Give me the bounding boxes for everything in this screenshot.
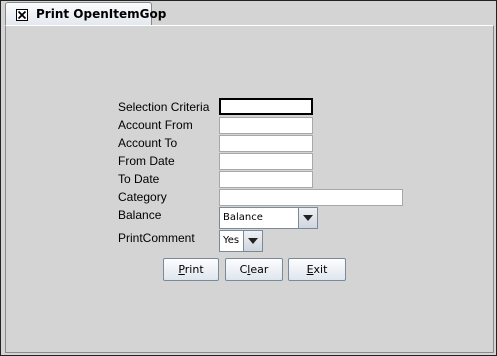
- account-to-label: Account To: [118, 136, 178, 150]
- clear-button[interactable]: Clear: [225, 258, 283, 281]
- to-date-input[interactable]: [219, 171, 313, 188]
- selection-criteria-input[interactable]: [219, 98, 313, 115]
- balance-selected-value: Balance: [223, 212, 263, 223]
- exit-button[interactable]: Exit: [288, 258, 346, 281]
- tab-strip: Print OpenItemGop: [1, 1, 496, 26]
- account-from-input[interactable]: [219, 117, 313, 134]
- chevron-down-icon[interactable]: [243, 231, 262, 251]
- print-comment-dropdown[interactable]: Yes: [219, 230, 263, 252]
- balance-label: Balance: [118, 208, 162, 222]
- account-to-input[interactable]: [219, 135, 313, 152]
- to-date-label: To Date: [118, 172, 160, 186]
- tab-print-open-item-gop[interactable]: Print OpenItemGop: [5, 2, 166, 26]
- print-button[interactable]: Print: [163, 258, 219, 281]
- form-panel: Selection Criteria Account From Account …: [5, 25, 494, 353]
- from-date-label: From Date: [118, 154, 175, 168]
- balance-dropdown[interactable]: Balance: [219, 207, 318, 229]
- print-comment-selected-value: Yes: [223, 235, 240, 246]
- tab-title: Print OpenItemGop: [36, 7, 167, 21]
- print-open-item-window: Print OpenItemGop Selection Criteria Acc…: [0, 0, 497, 356]
- close-box-icon[interactable]: [16, 9, 28, 21]
- account-from-label: Account From: [118, 118, 193, 132]
- category-input[interactable]: [219, 189, 403, 206]
- chevron-down-icon[interactable]: [298, 208, 317, 228]
- selection-criteria-label: Selection Criteria: [118, 100, 210, 114]
- print-comment-label: PrintComment: [118, 231, 195, 245]
- category-label: Category: [118, 190, 167, 204]
- from-date-input[interactable]: [219, 153, 313, 170]
